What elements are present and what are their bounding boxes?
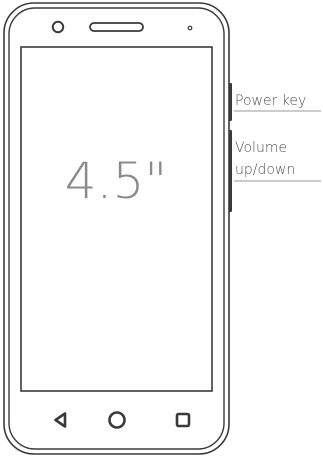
screen-size-label: 4.5" xyxy=(65,152,168,210)
power-key-callout-label: Power key xyxy=(235,93,306,109)
phone-diagram: 4.5" Power key Volume up/down xyxy=(3,2,321,455)
volume-key xyxy=(228,130,232,212)
power-key xyxy=(228,83,232,121)
volume-callout-label-line1: Volume xyxy=(235,140,287,156)
volume-callout-label-line2: up/down xyxy=(235,162,295,178)
screen xyxy=(20,46,213,392)
